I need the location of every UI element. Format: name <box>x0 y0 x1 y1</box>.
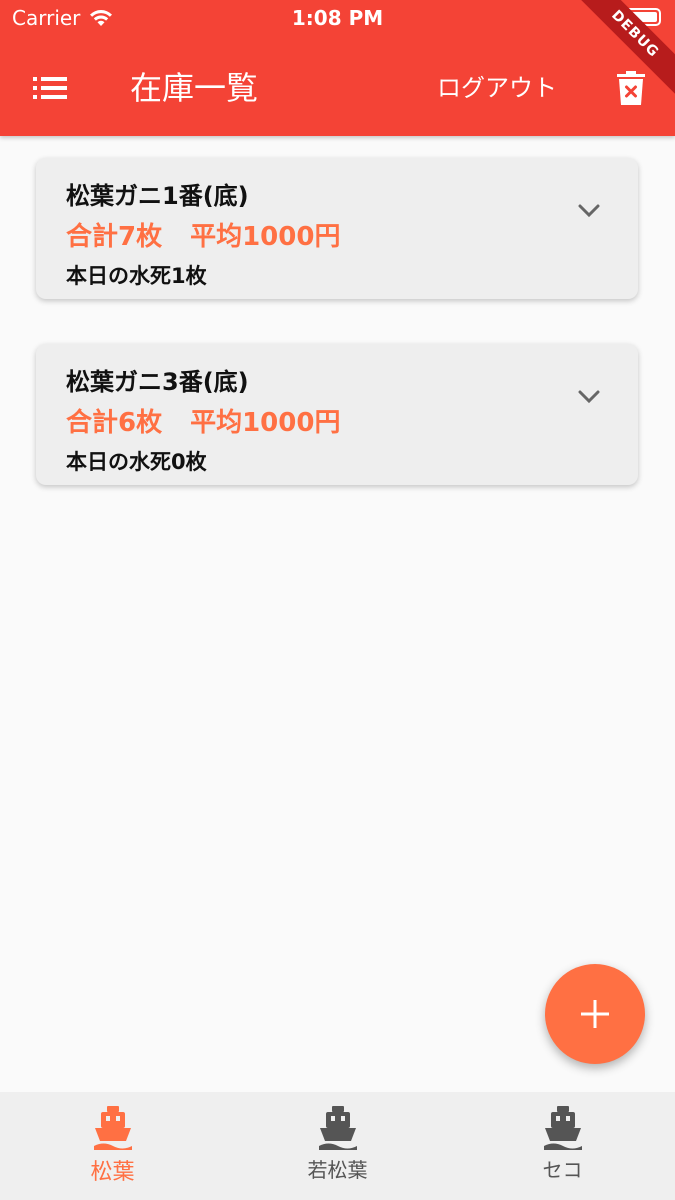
plus-icon <box>581 1000 609 1028</box>
item-total: 合計6枚 <box>66 408 163 438</box>
item-dead-today: 本日の水死1枚 <box>66 264 207 288</box>
inventory-card[interactable]: 松葉ガニ1番(底) 合計7枚 平均1000円 本日の水死1枚 <box>36 158 638 299</box>
status-bar: Carrier 1:08 PM <box>0 0 675 40</box>
list-icon[interactable] <box>28 66 72 110</box>
item-average: 平均1000円 <box>190 408 341 438</box>
item-average: 平均1000円 <box>190 222 341 252</box>
item-summary: 合計7枚 平均1000円 <box>66 216 340 253</box>
delete-forever-icon[interactable] <box>608 64 654 112</box>
add-button[interactable] <box>545 964 645 1064</box>
ship-icon <box>543 1106 582 1150</box>
chevron-down-icon[interactable] <box>574 196 604 226</box>
item-name: 松葉ガニ1番(底) <box>66 182 249 210</box>
item-total: 合計7枚 <box>66 222 163 252</box>
page-title: 在庫一覧 <box>130 69 259 107</box>
item-dead-today: 本日の水死0枚 <box>66 450 207 474</box>
chevron-down-icon[interactable] <box>574 382 604 412</box>
inventory-card[interactable]: 松葉ガニ3番(底) 合計6枚 平均1000円 本日の水死0枚 <box>36 344 638 485</box>
app-bar: Carrier 1:08 PM 在庫一覧 ログアウト DEBUG <box>0 0 675 136</box>
nav-item-seko[interactable]: セコ <box>450 1092 675 1200</box>
bottom-navigation: 松葉 若松葉 セコ <box>0 1092 675 1200</box>
nav-item-wakamatsuba[interactable]: 若松葉 <box>225 1092 450 1200</box>
toolbar: 在庫一覧 ログアウト <box>0 40 675 136</box>
nav-item-matsuba[interactable]: 松葉 <box>0 1092 225 1200</box>
inventory-list: 松葉ガニ1番(底) 合計7枚 平均1000円 本日の水死1枚 松葉ガニ3番(底) … <box>36 158 638 530</box>
nav-label: 松葉 <box>90 1160 135 1185</box>
ship-icon <box>93 1106 132 1150</box>
status-time: 1:08 PM <box>291 6 384 30</box>
item-summary: 合計6枚 平均1000円 <box>66 402 340 439</box>
logout-button[interactable]: ログアウト <box>420 66 574 110</box>
item-name: 松葉ガニ3番(底) <box>66 368 249 396</box>
nav-label: 若松葉 <box>307 1158 368 1182</box>
ship-icon <box>318 1106 357 1150</box>
nav-label: セコ <box>542 1158 583 1182</box>
